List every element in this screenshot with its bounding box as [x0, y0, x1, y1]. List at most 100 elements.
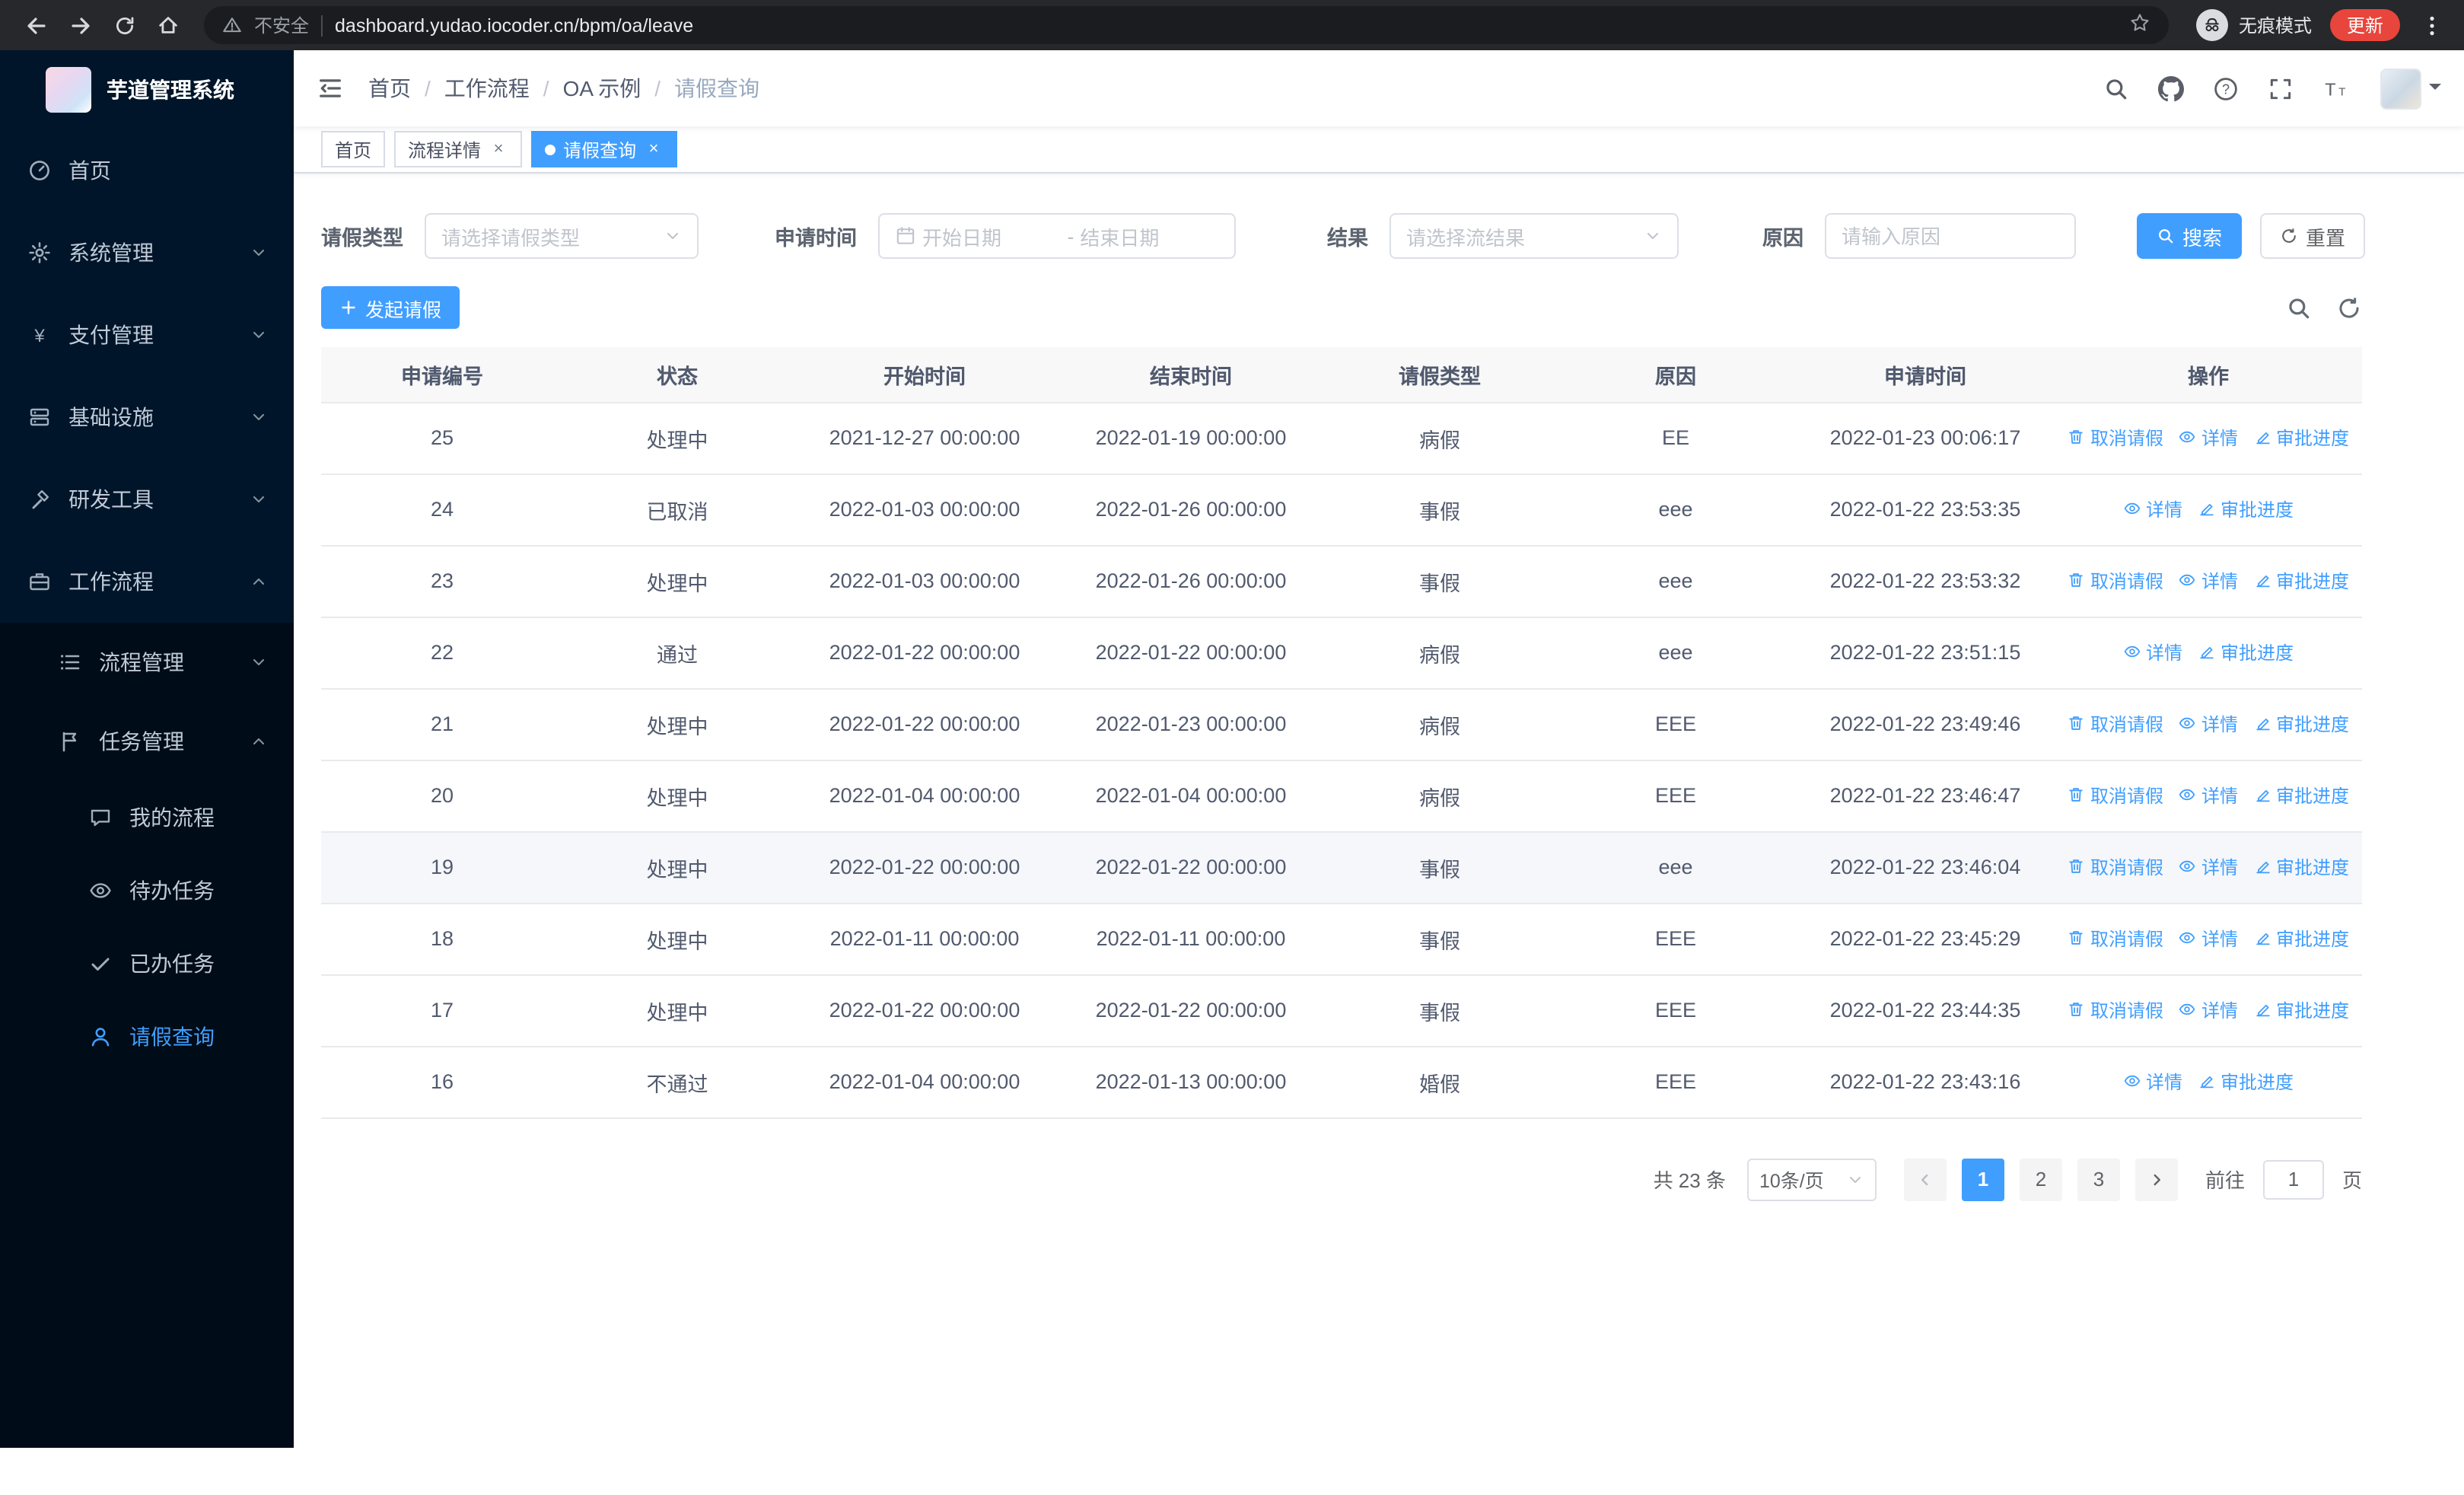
- create-leave-button[interactable]: 发起请假: [321, 286, 460, 329]
- cell-apply-time: 2022-01-22 23:53:32: [1796, 545, 2055, 617]
- address-bar-divider: [321, 14, 323, 36]
- cancel-leave-link[interactable]: 取消请假: [2068, 783, 2163, 808]
- sidebar-item-label: 请假查询: [129, 1025, 215, 1049]
- sidebar-item-system[interactable]: 系统管理: [0, 212, 294, 294]
- cell-leave-type: 病假: [1324, 402, 1555, 474]
- detail-link[interactable]: 详情: [2123, 496, 2182, 522]
- detail-link[interactable]: 详情: [2179, 568, 2238, 594]
- browser-menu-button[interactable]: [2415, 8, 2449, 42]
- cell-start-time: 2022-01-22 00:00:00: [791, 617, 1058, 689]
- cancel-leave-link[interactable]: 取消请假: [2068, 425, 2163, 451]
- cancel-leave-link[interactable]: 取消请假: [2068, 568, 2163, 594]
- sidebar-item-my-processes[interactable]: 我的流程: [0, 781, 294, 854]
- chevron-down-icon: [250, 490, 268, 508]
- breadcrumb-item[interactable]: 工作流程: [444, 73, 530, 104]
- approval-progress-link[interactable]: 审批进度: [2253, 997, 2349, 1023]
- cancel-leave-link[interactable]: 取消请假: [2068, 997, 2163, 1023]
- approval-progress-link[interactable]: 审批进度: [2253, 568, 2349, 594]
- cell-end-time: 2022-01-23 00:00:00: [1058, 688, 1324, 760]
- detail-link[interactable]: 详情: [2179, 711, 2238, 737]
- search-button[interactable]: 搜索: [2137, 213, 2243, 259]
- pen-icon: [2253, 715, 2271, 733]
- close-icon[interactable]: ×: [489, 139, 508, 159]
- reload-button[interactable]: [103, 5, 145, 46]
- page-button-3[interactable]: 3: [2077, 1158, 2120, 1200]
- bookmark-star-button[interactable]: [2129, 12, 2150, 38]
- refresh-table-button[interactable]: [2336, 295, 2362, 320]
- goto-page-input[interactable]: [2262, 1159, 2324, 1199]
- back-button[interactable]: [15, 5, 56, 46]
- user-icon: [88, 1025, 113, 1049]
- active-tab-dot: [545, 144, 556, 155]
- sidebar-item-task-management[interactable]: 任务管理: [0, 702, 294, 781]
- font-size-button[interactable]: [2322, 75, 2348, 101]
- prev-page-button[interactable]: [1903, 1158, 1947, 1200]
- tab-process-detail[interactable]: 流程详情 ×: [394, 131, 523, 167]
- sidebar-collapse-button[interactable]: [317, 75, 344, 102]
- chevron-up-icon: [250, 732, 268, 751]
- user-avatar-menu[interactable]: [2380, 68, 2441, 109]
- breadcrumb-separator: /: [543, 76, 549, 100]
- home-button[interactable]: [148, 5, 189, 46]
- sidebar-item-leave-query[interactable]: 请假查询: [0, 1000, 294, 1073]
- detail-link[interactable]: 详情: [2179, 783, 2238, 808]
- next-page-button[interactable]: [2135, 1158, 2178, 1200]
- toggle-search-button[interactable]: [2286, 295, 2312, 320]
- tab-leave-query[interactable]: 请假查询 ×: [531, 131, 678, 167]
- reset-button[interactable]: 重置: [2260, 213, 2366, 259]
- help-button[interactable]: [2213, 75, 2239, 101]
- breadcrumb-item[interactable]: 首页: [368, 73, 411, 104]
- cell-leave-type: 事假: [1324, 974, 1555, 1047]
- page-size-select[interactable]: 10条/页: [1746, 1158, 1877, 1200]
- sidebar-item-dev-tools[interactable]: 研发工具: [0, 458, 294, 540]
- leave-type-select[interactable]: 请选择请假类型: [425, 213, 699, 259]
- apply-time-range-picker[interactable]: 开始日期 - 结束日期: [878, 213, 1236, 259]
- pen-icon: [2198, 1073, 2216, 1091]
- detail-link[interactable]: 详情: [2179, 926, 2238, 952]
- incognito-profile-button[interactable]: 无痕模式: [2195, 9, 2312, 41]
- page-button-1[interactable]: 1: [1961, 1158, 2004, 1200]
- cancel-leave-link[interactable]: 取消请假: [2068, 926, 2163, 952]
- sidebar-item-done-tasks[interactable]: 已办任务: [0, 927, 294, 1000]
- sidebar-item-payment[interactable]: 支付管理: [0, 294, 294, 376]
- approval-progress-link[interactable]: 审批进度: [2198, 1069, 2294, 1095]
- sidebar-item-label: 我的流程: [129, 805, 215, 830]
- detail-link[interactable]: 详情: [2179, 854, 2238, 880]
- github-link[interactable]: [2158, 75, 2184, 101]
- sidebar-item-workflow[interactable]: 工作流程: [0, 540, 294, 623]
- detail-link[interactable]: 详情: [2179, 997, 2238, 1023]
- tab-home[interactable]: 首页: [321, 131, 386, 167]
- sidebar-item-todo-tasks[interactable]: 待办任务: [0, 854, 294, 927]
- sidebar-item-home[interactable]: 首页: [0, 129, 294, 212]
- approval-progress-link[interactable]: 审批进度: [2253, 783, 2349, 808]
- server-stack-icon: [27, 405, 52, 429]
- result-select[interactable]: 请选择流结果: [1390, 213, 1679, 259]
- approval-progress-link[interactable]: 审批进度: [2198, 639, 2294, 665]
- header-search-button[interactable]: [2103, 75, 2129, 101]
- address-bar[interactable]: 不安全 dashboard.yudao.iocoder.cn/bpm/oa/le…: [204, 6, 2169, 44]
- fullscreen-button[interactable]: [2268, 75, 2294, 101]
- cell-reason: EE: [1555, 402, 1796, 474]
- cancel-leave-link[interactable]: 取消请假: [2068, 854, 2163, 880]
- detail-link[interactable]: 详情: [2123, 1069, 2182, 1095]
- sidebar-item-infrastructure[interactable]: 基础设施: [0, 376, 294, 458]
- leave-table: 申请编号 状态 开始时间 结束时间 请假类型 原因 申请时间 操作 25 处理中…: [321, 347, 2362, 1118]
- approval-progress-link[interactable]: 审批进度: [2253, 926, 2349, 952]
- app-logo[interactable]: 芋道管理系统: [0, 50, 294, 129]
- cancel-leave-link[interactable]: 取消请假: [2068, 711, 2163, 737]
- approval-progress-link[interactable]: 审批进度: [2253, 854, 2349, 880]
- cell-actions: 详情 审批进度: [2055, 1046, 2362, 1118]
- detail-link[interactable]: 详情: [2179, 425, 2238, 451]
- sidebar-item-process-management[interactable]: 流程管理: [0, 623, 294, 702]
- approval-progress-link[interactable]: 审批进度: [2253, 711, 2349, 737]
- reason-input[interactable]: [1825, 213, 2076, 259]
- page-button-2[interactable]: 2: [2019, 1158, 2062, 1200]
- detail-link[interactable]: 详情: [2123, 639, 2182, 665]
- approval-progress-link[interactable]: 审批进度: [2198, 496, 2294, 522]
- browser-update-button[interactable]: 更新: [2329, 9, 2400, 41]
- breadcrumb-item[interactable]: OA 示例: [563, 73, 641, 104]
- approval-progress-link[interactable]: 审批进度: [2253, 425, 2349, 451]
- chevron-down-icon: [250, 326, 268, 344]
- forward-button[interactable]: [59, 5, 100, 46]
- close-icon[interactable]: ×: [644, 139, 664, 159]
